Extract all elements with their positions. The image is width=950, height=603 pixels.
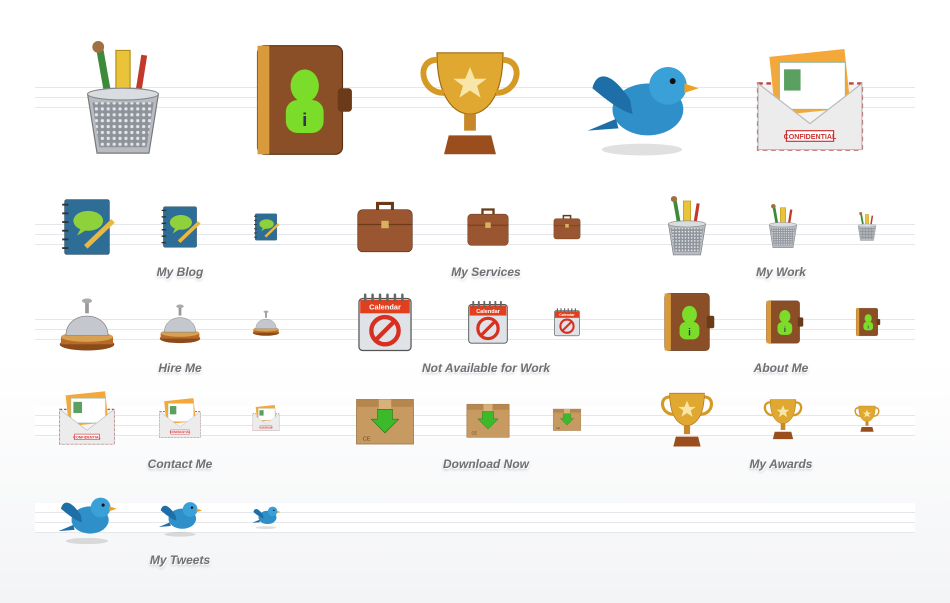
- trophy-icon: [760, 395, 806, 441]
- calendar-unavailable-icon: Calendar: [552, 307, 582, 337]
- envelope-icon: CONFIDENTIAL: [56, 387, 118, 449]
- calendar-unavailable-icon: Calendar: [465, 299, 511, 345]
- download-box-icon: CE: [354, 387, 416, 449]
- briefcase-icon: [552, 212, 582, 242]
- envelope-icon: CONFIDENTIAL: [157, 395, 203, 441]
- svg-text:i: i: [784, 325, 786, 334]
- icon-label: My Work: [756, 265, 806, 279]
- blog-notebook-icon: [56, 196, 118, 258]
- trophy-icon: [656, 387, 718, 449]
- icon-label: Hire Me: [158, 361, 202, 375]
- icon-label: Contact Me: [147, 457, 213, 471]
- bird-icon: [56, 484, 118, 546]
- svg-text:Calendar: Calendar: [559, 313, 575, 317]
- icon-label: My Awards: [749, 457, 813, 471]
- organizer-icon: i: [241, 41, 359, 159]
- service-bell-icon: [56, 291, 118, 353]
- icon-label: My Services: [451, 265, 521, 279]
- pencil-cup-icon: [656, 196, 718, 258]
- icon-label: My Tweets: [149, 553, 211, 567]
- envelope-icon: CONFIDENTIAL: [751, 41, 869, 159]
- download-box-icon: CE: [552, 403, 582, 433]
- organizer-icon: i: [760, 299, 806, 345]
- trophy-icon: [852, 403, 882, 433]
- svg-text:CE: CE: [471, 431, 477, 436]
- icon-label: Not Available for Work: [421, 361, 551, 375]
- bird-icon: [251, 500, 281, 530]
- download-box-icon: CE: [465, 395, 511, 441]
- organizer-icon: i: [852, 307, 882, 337]
- icon-label: Download Now: [443, 457, 529, 471]
- bird-icon: [157, 492, 203, 538]
- blog-notebook-icon: [251, 212, 281, 242]
- svg-text:i: i: [868, 325, 869, 331]
- briefcase-icon: [465, 204, 511, 250]
- icon-label: About Me: [753, 361, 809, 375]
- svg-text:CONFIDENTIAL: CONFIDENTIAL: [784, 133, 837, 141]
- svg-text:Calendar: Calendar: [476, 309, 500, 315]
- svg-text:CONFIDENTIAL: CONFIDENTIAL: [170, 430, 191, 434]
- trophy-icon: [411, 41, 529, 159]
- pencil-cup-icon: [760, 204, 806, 250]
- svg-text:CE: CE: [363, 436, 371, 442]
- blog-notebook-icon: [157, 204, 203, 250]
- organizer-icon: i: [656, 291, 718, 353]
- svg-text:CONFIDENTIAL: CONFIDENTIAL: [73, 435, 101, 439]
- briefcase-icon: [354, 196, 416, 258]
- service-bell-icon: [251, 307, 281, 337]
- pencil-cup-icon: [852, 212, 882, 242]
- svg-text:Calendar: Calendar: [369, 303, 401, 312]
- svg-text:i: i: [688, 328, 691, 339]
- icon-label: My Blog: [156, 265, 204, 279]
- pencil-cup-icon: [64, 41, 182, 159]
- calendar-unavailable-icon: Calendar: [354, 291, 416, 353]
- envelope-icon: CONFIDENTIAL: [251, 403, 281, 433]
- svg-text:i: i: [302, 109, 307, 130]
- bird-icon: [583, 41, 701, 159]
- service-bell-icon: [157, 299, 203, 345]
